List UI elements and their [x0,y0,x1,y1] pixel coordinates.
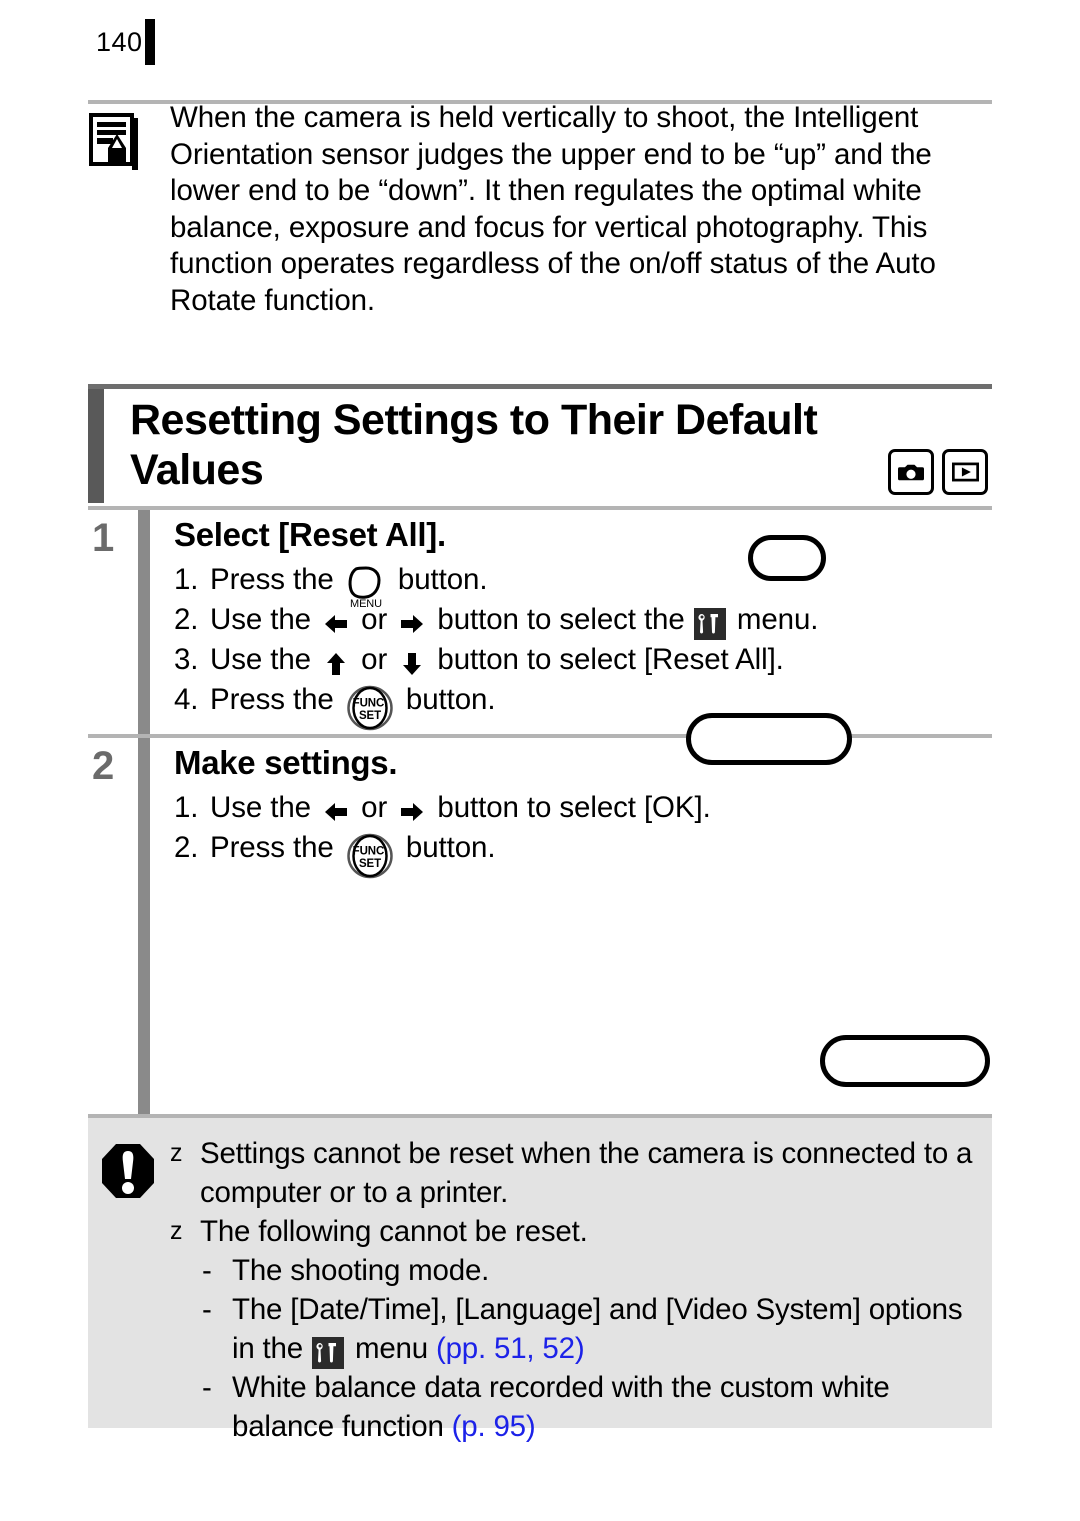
arrow-right-icon [398,798,426,826]
list-text-b: or [353,603,396,636]
list-text-b: or [353,791,396,824]
dash-marker: - [202,1371,212,1404]
caution-dash-2-text-b: menu [346,1332,436,1365]
bullet-marker: z [170,1139,183,1167]
list-item: 4. Press the FUNC. SET button. [174,680,992,730]
list-text-a: Press the [210,831,342,864]
svg-text:FUNC.: FUNC. [352,697,387,709]
step-1-instructions: 1. Press the MENU button. 2. Use the or … [174,560,992,730]
list-text-b: button. [389,563,488,596]
caution-callout: z Settings cannot be reset when the came… [88,1118,992,1443]
lcd-screenshot-placeholder-1 [748,535,826,581]
list-marker: 1. [174,563,199,596]
list-text-a: Use the [210,791,320,824]
note-callout: When the camera is held vertically to sh… [88,100,992,319]
list-item: 2. Press the FUNC. SET button. [174,828,992,878]
func-set-button-icon: FUNC. SET [347,833,393,879]
caution-exclamation-icon [100,1142,156,1200]
list-marker: 2. [174,831,199,864]
list-text-a: Use the [210,643,320,676]
page-number: 140 [96,26,143,57]
step-1: 1 Select [Reset All]. 1. Press the MENU … [88,510,992,734]
caution-dash-3: - White balance data recorded with the c… [168,1368,992,1446]
page-reference-link[interactable]: (pp. 51, 52) [436,1332,585,1365]
svg-text:SET: SET [359,710,381,722]
list-marker: 1. [174,791,199,824]
page-number-bar [144,19,155,65]
list-text-b: button. [397,831,496,864]
caution-dash-1: - The shooting mode. [168,1251,992,1290]
svg-text:SET: SET [359,858,381,870]
caution-text-block: z Settings cannot be reset when the came… [168,1134,992,1446]
bullet-marker: z [170,1217,183,1245]
list-marker: 3. [174,643,199,676]
settings-tools-menu-icon [693,607,726,640]
caution-dash-1-text: The shooting mode. [232,1254,490,1287]
dash-marker: - [202,1254,212,1287]
svg-text:FUNC.: FUNC. [352,845,387,857]
list-item: 1. Use the or button to select [OK]. [174,788,992,828]
list-item: 3. Use the or button to select [Reset Al… [174,640,992,680]
section-heading: Resetting Settings to Their Default Valu… [88,384,992,503]
page-title: Resetting Settings to Their Default Valu… [130,396,818,494]
list-item: 2. Use the or button to select the menu. [174,600,992,640]
step-2-number: 2 [92,744,115,788]
dash-marker: - [202,1293,212,1326]
list-text-b: or [353,643,396,676]
caution-bullet-2: z The following cannot be reset. [168,1212,992,1251]
shooting-mode-camera-icon [888,449,934,495]
func-set-button-icon: FUNC. SET [347,685,393,731]
step-1-title: Select [Reset All]. [174,516,446,553]
mode-icon-group [888,449,988,495]
procedure-steps: 1 Select [Reset All]. 1. Press the MENU … [88,506,992,1118]
list-text-d: menu. [728,603,819,636]
list-text-a: Press the [210,563,342,596]
caution-dash-3-text: White balance data recorded with the cus… [232,1371,890,1443]
arrow-left-icon [322,798,350,826]
step-2-title: Make settings. [174,744,398,781]
caution-bullet-1-text: Settings cannot be reset when the camera… [200,1137,973,1209]
list-text-a: Use the [210,603,320,636]
lcd-screenshot-placeholder-3 [820,1035,990,1087]
caution-bullet-1: z Settings cannot be reset when the came… [168,1134,992,1212]
arrow-left-icon [322,610,350,638]
list-text-a: Press the [210,683,342,716]
list-text-c: button to select [OK]. [429,791,711,824]
memo-pencil-icon [88,112,140,170]
caution-bullet-2-text: The following cannot be reset. [200,1215,588,1248]
note-text: When the camera is held vertically to sh… [170,101,936,317]
caution-dash-2: - The [Date/Time], [Language] and [Video… [168,1290,992,1369]
heading-accent-bar [88,389,104,503]
list-text-c: button to select the [429,603,693,636]
arrow-down-icon [398,650,426,678]
list-marker: 2. [174,603,199,636]
lcd-screenshot-placeholder-2 [686,713,852,765]
arrow-up-icon [322,650,350,678]
list-text-b: button. [397,683,496,716]
list-text-c: button to select [Reset All]. [429,643,784,676]
step-1-accent-bar [138,510,150,734]
page-header: 140 [96,18,155,66]
settings-tools-menu-icon [311,1336,344,1369]
step-2-instructions: 1. Use the or button to select [OK]. 2. … [174,788,992,878]
arrow-right-icon [398,610,426,638]
step-2-accent-bar [138,738,150,1114]
list-item: 1. Press the MENU button. [174,560,992,609]
list-marker: 4. [174,683,199,716]
step-1-number: 1 [92,516,115,560]
page-reference-link[interactable]: (p. 95) [452,1410,536,1443]
playback-mode-icon [942,449,988,495]
